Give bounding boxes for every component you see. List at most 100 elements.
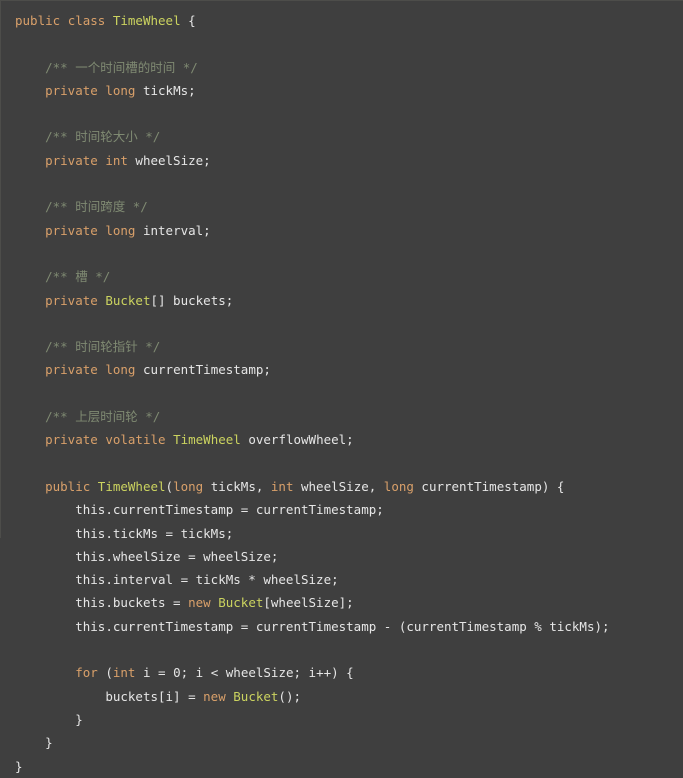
code-token-type: TimeWheel	[97, 478, 166, 494]
code-line: /** 槽 */	[15, 265, 610, 288]
code-line: }	[15, 755, 610, 778]
code-line: this.currentTimestamp = currentTimestamp…	[15, 615, 610, 638]
code-token-kw: int	[270, 478, 294, 494]
code-token-type: Bucket	[105, 292, 151, 308]
code-line: this.buckets = new Bucket[wheelSize];	[15, 591, 610, 614]
code-token-plain: currentTimestamp) {	[413, 478, 565, 494]
code-token-plain: buckets[i] =	[105, 688, 204, 704]
code-line: ​	[15, 638, 610, 661]
code-line: private volatile TimeWheel overflowWheel…	[15, 428, 610, 451]
code-token-plain: this.wheelSize = wheelSize;	[75, 548, 279, 564]
code-token-kw: long	[383, 478, 414, 494]
code-token-kw: private	[45, 362, 98, 378]
code-token-kw: class	[67, 13, 106, 28]
code-token-plain: (	[165, 478, 174, 494]
code-token-plain: currentTimestamp;	[135, 362, 271, 378]
code-token-kw: private	[45, 152, 98, 168]
code-line: }	[15, 708, 610, 731]
code-line: private long currentTimestamp;	[15, 358, 610, 381]
code-line: private int wheelSize;	[15, 149, 610, 172]
code-line: ​	[15, 102, 610, 125]
code-token-comment: /** 时间跨度 */	[45, 199, 148, 215]
code-line: ​	[15, 172, 610, 195]
code-token-plain: (	[97, 665, 113, 681]
code-token-plain: tickMs;	[135, 82, 196, 98]
code-line: ​	[15, 382, 610, 405]
code-line: buckets[i] = new Bucket();	[15, 685, 610, 708]
code-token-kw: int	[105, 152, 128, 168]
code-line: private Bucket[] buckets;	[15, 289, 610, 312]
code-line: this.wheelSize = wheelSize;	[15, 545, 610, 568]
code-token-kw: public	[15, 13, 61, 28]
code-line: this.tickMs = tickMs;	[15, 522, 610, 545]
code-token-kw: int	[112, 665, 136, 681]
code-token-kw: new	[203, 688, 226, 704]
code-line: /** 一个时间槽的时间 */	[15, 56, 610, 79]
code-token-plain: ; i < wheelSize; i++) {	[180, 665, 354, 681]
code-line: /** 时间轮大小 */	[15, 125, 610, 148]
code-token-plain: this.currentTimestamp = currentTimestamp…	[75, 618, 610, 634]
code-line: /** 时间跨度 */	[15, 195, 610, 218]
code-token-kw: public	[45, 478, 91, 494]
code-token-kw: volatile	[105, 432, 166, 448]
code-line: private long tickMs;	[15, 79, 610, 102]
code-viewer[interactable]: public class TimeWheel {​ /** 一个时间槽的时间 *…	[0, 0, 683, 774]
code-token-kw: long	[105, 362, 136, 378]
code-token-kw: long	[105, 222, 136, 238]
code-line: /** 时间轮指针 */	[15, 335, 610, 358]
code-token-plain: tickMs,	[203, 478, 271, 494]
code-line: public TimeWheel(long tickMs, int wheelS…	[15, 475, 610, 498]
code-line: public class TimeWheel {	[15, 9, 610, 32]
code-line: this.interval = tickMs * wheelSize;	[15, 568, 610, 591]
code-line: this.currentTimestamp = currentTimestamp…	[15, 498, 610, 521]
code-token-type: TimeWheel	[173, 432, 241, 448]
code-token-kw: private	[45, 292, 98, 308]
code-token-kw: private	[45, 222, 98, 238]
code-token-plain: i =	[135, 665, 174, 681]
code-line: ​	[15, 312, 610, 335]
code-content[interactable]: public class TimeWheel {​ /** 一个时间槽的时间 *…	[1, 1, 610, 778]
code-token-plain: interval;	[135, 222, 211, 238]
code-line: ​	[15, 32, 610, 55]
code-token-comment: /** 时间轮大小 */	[45, 129, 161, 145]
code-token-plain: this.interval = tickMs * wheelSize;	[75, 572, 339, 588]
code-token-type: Bucket	[233, 688, 279, 704]
code-token-kw: private	[45, 432, 98, 448]
code-token-kw: long	[105, 82, 136, 98]
code-token-plain: this.buckets =	[75, 595, 189, 611]
code-token-comment: /** 一个时间槽的时间 */	[45, 59, 198, 75]
code-line: ​	[15, 242, 610, 265]
code-token-plain: wheelSize;	[127, 152, 211, 168]
code-line: ​	[15, 452, 610, 475]
code-token-comment: /** 上层时间轮 */	[45, 409, 161, 425]
code-line: /** 上层时间轮 */	[15, 405, 610, 428]
code-token-plain: overflowWheel;	[240, 432, 354, 448]
code-token-plain: {	[180, 13, 196, 28]
code-token-plain: ();	[278, 688, 301, 704]
code-token-kw: new	[188, 595, 211, 611]
